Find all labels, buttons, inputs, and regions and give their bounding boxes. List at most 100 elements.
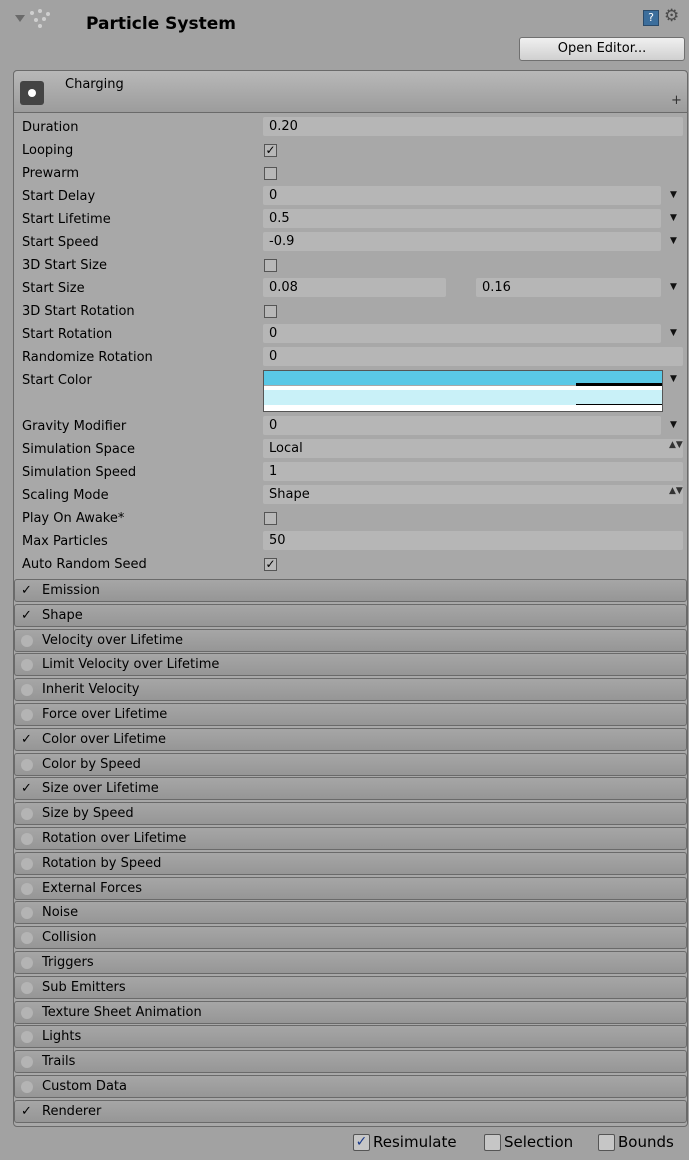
field-value: 1 <box>269 464 278 479</box>
module-enabled-check-icon[interactable]: ✓ <box>21 609 33 622</box>
plus-icon[interactable]: + <box>671 93 682 108</box>
field-value: 0.16 <box>482 280 511 295</box>
module-emission[interactable]: ✓ Emission <box>14 579 687 602</box>
dropdown-arrow-icon[interactable]: ▼ <box>670 374 677 384</box>
randomize-rotation-field[interactable]: 0 <box>263 347 683 366</box>
module-disabled-toggle-icon[interactable] <box>21 659 33 671</box>
help-icon[interactable]: ? <box>643 10 659 26</box>
max-particles-field[interactable]: 50 <box>263 531 683 550</box>
play-on-awake-checkbox[interactable] <box>264 512 277 525</box>
module-renderer[interactable]: ✓ Renderer <box>14 1100 687 1123</box>
simulation-space-dropdown[interactable]: Local ▲▼ <box>263 439 683 458</box>
scaling-mode-dropdown[interactable]: Shape ▲▼ <box>263 485 683 504</box>
module-enabled-check-icon[interactable]: ✓ <box>21 782 33 795</box>
module-disabled-toggle-icon[interactable] <box>21 684 33 696</box>
module-color-by-speed[interactable]: Color by Speed <box>14 753 687 776</box>
field-value: 0 <box>269 188 278 203</box>
module-external-forces[interactable]: External Forces <box>14 877 687 900</box>
module-shape[interactable]: ✓ Shape <box>14 604 687 627</box>
prop-label: Start Lifetime <box>22 212 111 227</box>
module-size-over-lifetime[interactable]: ✓ Size over Lifetime <box>14 777 687 800</box>
module-enabled-check-icon[interactable]: ✓ <box>21 1105 33 1118</box>
prop-label: 3D Start Rotation <box>22 304 135 319</box>
open-editor-button[interactable]: Open Editor... <box>519 37 685 61</box>
module-velocity-over-lifetime[interactable]: Velocity over Lifetime <box>14 629 687 652</box>
prop-label: Gravity Modifier <box>22 419 127 434</box>
module-custom-data[interactable]: Custom Data <box>14 1075 687 1098</box>
prop-label: Scaling Mode <box>22 488 109 503</box>
field-value: 0 <box>269 418 278 433</box>
module-force-over-lifetime[interactable]: Force over Lifetime <box>14 703 687 726</box>
3d-start-rotation-checkbox[interactable] <box>264 305 277 318</box>
module-label: Triggers <box>42 955 94 970</box>
module-disabled-toggle-icon[interactable] <box>21 833 33 845</box>
3d-start-size-checkbox[interactable] <box>264 259 277 272</box>
simulation-speed-field[interactable]: 1 <box>263 462 683 481</box>
module-disabled-toggle-icon[interactable] <box>21 932 33 944</box>
module-trails[interactable]: Trails <box>14 1050 687 1073</box>
start-size-min-field[interactable]: 0.08 <box>263 278 446 297</box>
looping-checkbox[interactable]: ✓ <box>264 144 277 157</box>
prop-start-lifetime: Start Lifetime 0.5 ▼ <box>14 208 687 231</box>
module-noise[interactable]: Noise <box>14 901 687 924</box>
start-lifetime-field[interactable]: 0.5 <box>263 209 661 228</box>
module-texture-sheet-animation[interactable]: Texture Sheet Animation <box>14 1001 687 1024</box>
module-disabled-toggle-icon[interactable] <box>21 858 33 870</box>
start-color-swatch[interactable] <box>263 370 663 412</box>
module-disabled-toggle-icon[interactable] <box>21 808 33 820</box>
prop-simulation-speed: Simulation Speed 1 <box>14 461 687 484</box>
system-thumbnail-icon <box>20 81 44 105</box>
dropdown-arrow-icon[interactable]: ▼ <box>670 236 677 246</box>
gear-icon[interactable]: ⚙ <box>664 6 679 26</box>
dropdown-arrow-icon[interactable]: ▼ <box>670 328 677 338</box>
module-disabled-toggle-icon[interactable] <box>21 1031 33 1043</box>
selection-checkbox[interactable] <box>484 1134 501 1151</box>
module-label: Shape <box>42 608 83 623</box>
dropdown-arrow-icon[interactable]: ▼ <box>670 190 677 200</box>
module-collision[interactable]: Collision <box>14 926 687 949</box>
dropdown-arrow-icon[interactable]: ▼ <box>670 420 677 430</box>
module-label: Size by Speed <box>42 806 134 821</box>
prop-label: Max Particles <box>22 534 108 549</box>
start-size-max-field[interactable]: 0.16 <box>476 278 661 297</box>
module-disabled-toggle-icon[interactable] <box>21 1056 33 1068</box>
module-enabled-check-icon[interactable]: ✓ <box>21 733 33 746</box>
start-delay-field[interactable]: 0 <box>263 186 661 205</box>
module-label: Color by Speed <box>42 757 141 772</box>
module-color-over-lifetime[interactable]: ✓ Color over Lifetime <box>14 728 687 751</box>
module-rotation-over-lifetime[interactable]: Rotation over Lifetime <box>14 827 687 850</box>
module-disabled-toggle-icon[interactable] <box>21 1007 33 1019</box>
start-speed-field[interactable]: -0.9 <box>263 232 661 251</box>
system-header[interactable]: Charging + <box>14 71 687 113</box>
start-rotation-field[interactable]: 0 <box>263 324 661 343</box>
auto-random-seed-checkbox[interactable]: ✓ <box>264 558 277 571</box>
module-disabled-toggle-icon[interactable] <box>21 1081 33 1093</box>
module-disabled-toggle-icon[interactable] <box>21 709 33 721</box>
module-sub-emitters[interactable]: Sub Emitters <box>14 976 687 999</box>
module-disabled-toggle-icon[interactable] <box>21 635 33 647</box>
module-inherit-velocity[interactable]: Inherit Velocity <box>14 678 687 701</box>
module-lights[interactable]: Lights <box>14 1025 687 1048</box>
field-value: 50 <box>269 533 286 548</box>
resimulate-checkbox[interactable]: ✓ <box>353 1134 370 1151</box>
dropdown-arrow-icon[interactable]: ▼ <box>670 213 677 223</box>
module-size-by-speed[interactable]: Size by Speed <box>14 802 687 825</box>
module-rotation-by-speed[interactable]: Rotation by Speed <box>14 852 687 875</box>
gravity-modifier-field[interactable]: 0 <box>263 416 661 435</box>
module-enabled-check-icon[interactable]: ✓ <box>21 584 33 597</box>
module-disabled-toggle-icon[interactable] <box>21 759 33 771</box>
module-triggers[interactable]: Triggers <box>14 951 687 974</box>
module-disabled-toggle-icon[interactable] <box>21 982 33 994</box>
prop-simulation-space: Simulation Space Local ▲▼ <box>14 438 687 461</box>
module-limit-velocity-over-lifetime[interactable]: Limit Velocity over Lifetime <box>14 653 687 676</box>
bounds-checkbox[interactable] <box>598 1134 615 1151</box>
foldout-arrow-icon[interactable] <box>15 15 25 22</box>
prewarm-checkbox[interactable] <box>264 167 277 180</box>
module-disabled-toggle-icon[interactable] <box>21 957 33 969</box>
color-max-bar <box>264 371 662 386</box>
module-disabled-toggle-icon[interactable] <box>21 907 33 919</box>
duration-field[interactable]: 0.20 <box>263 117 683 136</box>
module-disabled-toggle-icon[interactable] <box>21 883 33 895</box>
dropdown-arrow-icon[interactable]: ▼ <box>670 282 677 292</box>
prop-label: Start Size <box>22 281 85 296</box>
